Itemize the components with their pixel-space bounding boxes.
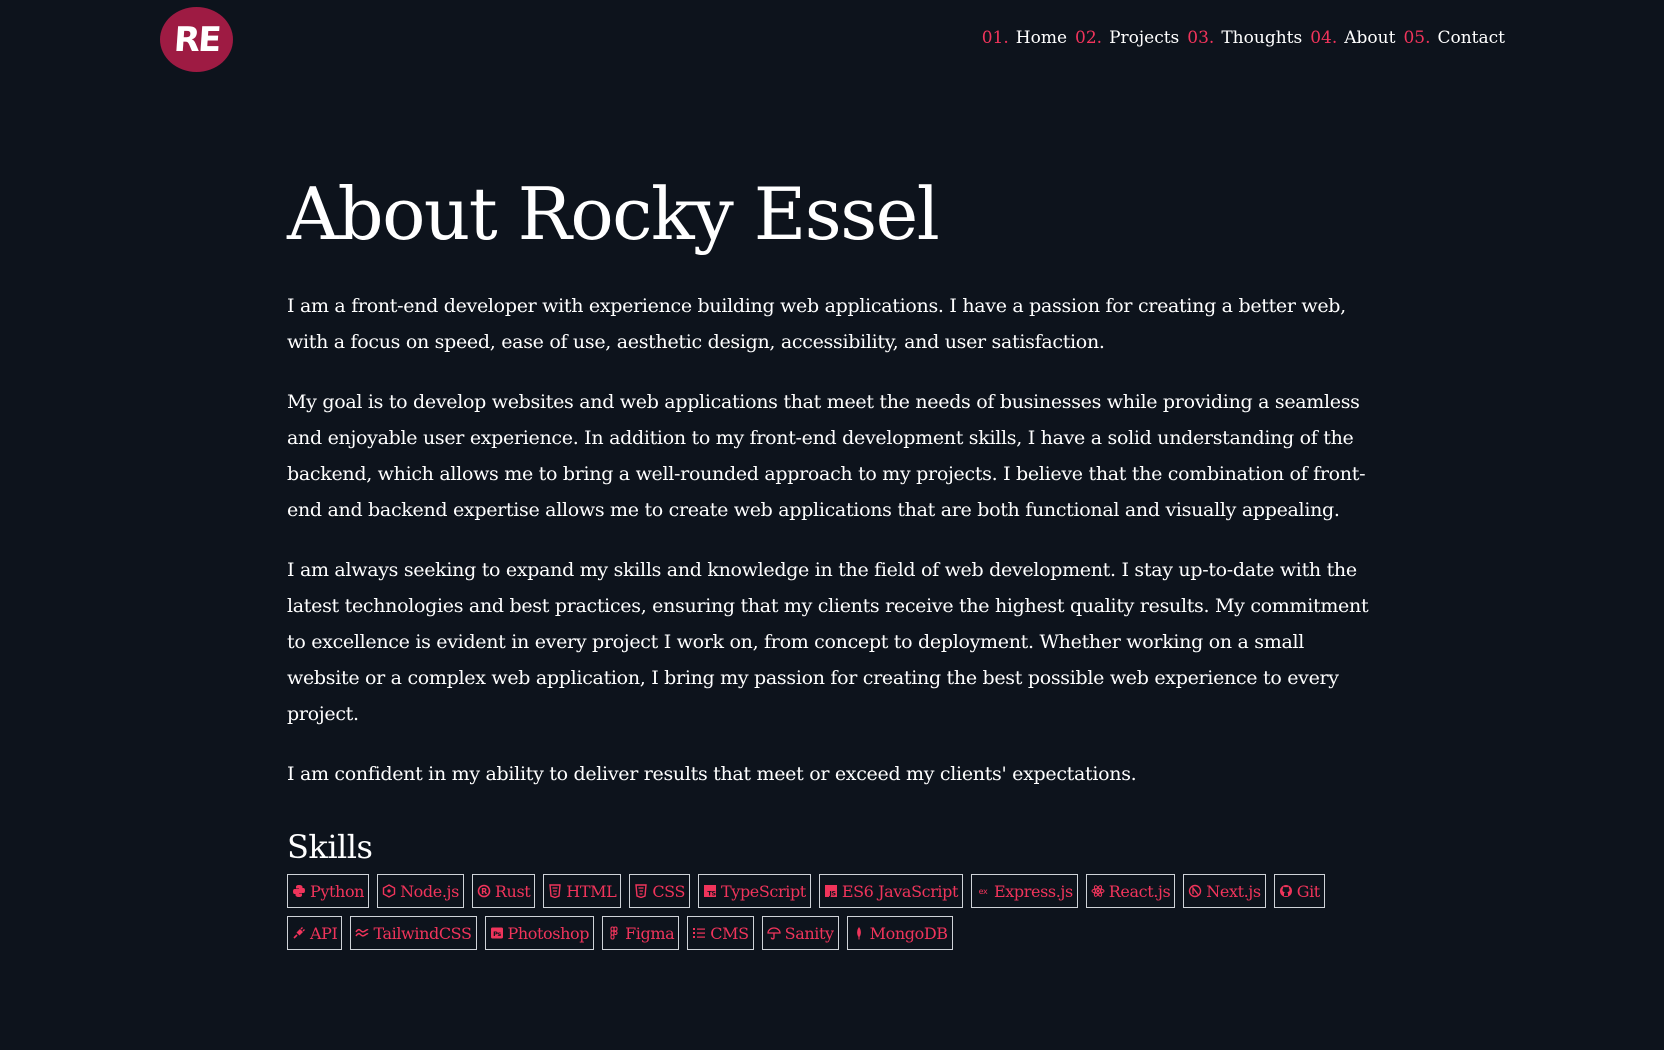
skill-label: ES6 JavaScript — [841, 881, 959, 901]
about-paragraph: I am confident in my ability to deliver … — [287, 763, 1137, 786]
typescript-icon: TS — [703, 884, 717, 898]
skill-label: React.js — [1108, 881, 1171, 901]
umbrella-icon — [766, 926, 781, 940]
nodejs-icon — [382, 884, 396, 898]
skill-badge-tailwindcss[interactable]: TailwindCSS — [350, 916, 477, 951]
nav-label: Thoughts — [1221, 28, 1303, 48]
nav-number: 05. — [1403, 28, 1431, 48]
skill-label: MongoDB — [869, 923, 948, 943]
skill-label: TailwindCSS — [373, 923, 472, 943]
skill-label: CSS — [652, 881, 686, 901]
skill-badge-git[interactable]: Git — [1273, 874, 1325, 909]
nav-item-home[interactable]: 01. Home — [982, 28, 1067, 48]
skill-badge-express[interactable]: ex Express.js — [971, 874, 1078, 909]
svg-text:Ps: Ps — [493, 930, 501, 938]
skill-badge-react[interactable]: React.js — [1085, 874, 1176, 909]
list-icon — [692, 926, 706, 940]
javascript-icon: JS — [824, 884, 838, 898]
github-icon — [1279, 884, 1293, 898]
skills-heading: Skills — [287, 828, 373, 867]
nav-label: About — [1344, 28, 1396, 48]
svg-text:JS: JS — [828, 890, 836, 898]
nav-number: 02. — [1075, 28, 1103, 48]
page-title: About Rocky Essel — [287, 172, 940, 256]
skill-label: HTML — [566, 881, 617, 901]
skill-badge-mongodb[interactable]: MongoDB — [846, 916, 953, 951]
nav-item-about[interactable]: 04. About — [1310, 28, 1395, 48]
main-nav: 01. Home 02. Projects 03. Thoughts 04. A… — [982, 28, 1505, 48]
skill-badge-cms[interactable]: CMS — [687, 916, 754, 951]
nav-item-thoughts[interactable]: 03. Thoughts — [1187, 28, 1302, 48]
svg-text:TS: TS — [707, 890, 716, 898]
nav-number: 01. — [981, 28, 1009, 48]
skill-badge-rust[interactable]: R Rust — [471, 874, 536, 909]
nav-label: Contact — [1437, 28, 1505, 48]
skill-badge-photoshop[interactable]: Ps Photoshop — [484, 916, 595, 951]
about-paragraph: I am always seeking to expand my skills … — [287, 559, 1369, 726]
skill-label: CMS — [710, 923, 749, 943]
skill-badge-javascript[interactable]: JS ES6 JavaScript — [818, 874, 964, 909]
skills-list: Python Node.js R Rust HTML CSS TS TypeSc… — [287, 874, 1367, 951]
skill-badge-typescript[interactable]: TS TypeScript — [698, 874, 811, 909]
leaf-icon — [852, 926, 866, 940]
express-icon: ex — [976, 884, 990, 898]
skill-label: API — [310, 923, 338, 943]
skill-label: TypeScript — [721, 881, 806, 901]
skill-label: Node.js — [400, 881, 459, 901]
main-content: About Rocky Essel I am a front-end devel… — [287, 172, 1372, 951]
nav-item-projects[interactable]: 02. Projects — [1075, 28, 1179, 48]
figma-icon — [607, 926, 621, 940]
skill-label: Sanity — [784, 923, 834, 943]
skill-badge-html[interactable]: HTML — [543, 874, 622, 909]
tailwind-icon — [355, 926, 369, 940]
about-page: RE 01. Home 02. Projects 03. Thoughts 04… — [0, 0, 1664, 1050]
skill-label: Photoshop — [507, 923, 590, 943]
skill-badge-figma[interactable]: Figma — [602, 916, 680, 951]
skill-label: Express.js — [994, 881, 1073, 901]
logo-text: RE — [172, 19, 221, 60]
skill-label: Python — [310, 881, 365, 901]
nav-label: Home — [1015, 28, 1068, 48]
react-icon — [1091, 884, 1105, 898]
skill-badge-api[interactable]: API — [287, 916, 343, 951]
skill-badge-nodejs[interactable]: Node.js — [377, 874, 464, 909]
skill-label: Figma — [625, 923, 675, 943]
css3-icon — [634, 884, 648, 899]
skill-badge-sanity[interactable]: Sanity — [761, 916, 839, 951]
skill-label: Rust — [494, 881, 531, 901]
rust-icon: R — [477, 884, 491, 898]
about-paragraph: My goal is to develop websites and web a… — [287, 391, 1366, 522]
nav-item-contact[interactable]: 05. Contact — [1403, 28, 1505, 48]
python-icon — [292, 884, 306, 898]
skill-label: Git — [1296, 881, 1321, 901]
nav-number: 03. — [1187, 28, 1215, 48]
about-paragraph: I am a front-end developer with experien… — [287, 295, 1346, 354]
plug-icon — [292, 926, 306, 940]
html5-icon — [548, 884, 562, 899]
nav-number: 04. — [1310, 28, 1338, 48]
skill-badge-python[interactable]: Python — [287, 874, 370, 909]
nav-label: Projects — [1109, 28, 1180, 48]
nextjs-icon — [1188, 884, 1202, 898]
svg-text:R: R — [481, 887, 487, 896]
skill-badge-css[interactable]: CSS — [629, 874, 691, 909]
logo[interactable]: RE — [160, 7, 233, 72]
skill-label: Next.js — [1206, 881, 1261, 901]
svg-text:ex: ex — [979, 887, 988, 896]
photoshop-icon: Ps — [490, 926, 504, 940]
skill-badge-nextjs[interactable]: Next.js — [1183, 874, 1266, 909]
